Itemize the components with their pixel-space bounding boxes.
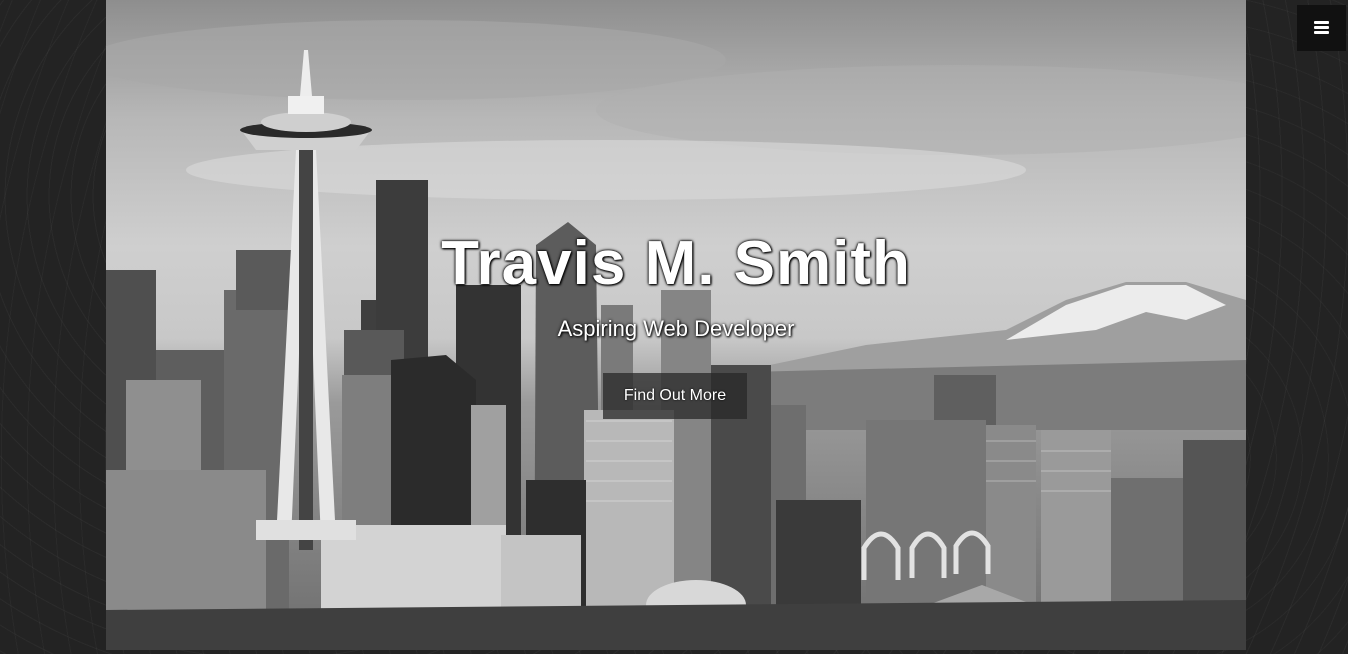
menu-toggle-button[interactable] — [1297, 5, 1346, 51]
hero-subtitle: Aspiring Web Developer — [557, 316, 795, 341]
hero-content: Travis M. Smith Aspiring Web Developer F… — [106, 0, 1246, 650]
page: Travis M. Smith Aspiring Web Developer F… — [0, 0, 1348, 654]
find-out-more-button[interactable]: Find Out More — [603, 373, 747, 419]
hero-title: Travis M. Smith — [441, 229, 911, 298]
hero-section: Travis M. Smith Aspiring Web Developer F… — [106, 0, 1246, 650]
hamburger-menu-icon — [1314, 21, 1329, 35]
